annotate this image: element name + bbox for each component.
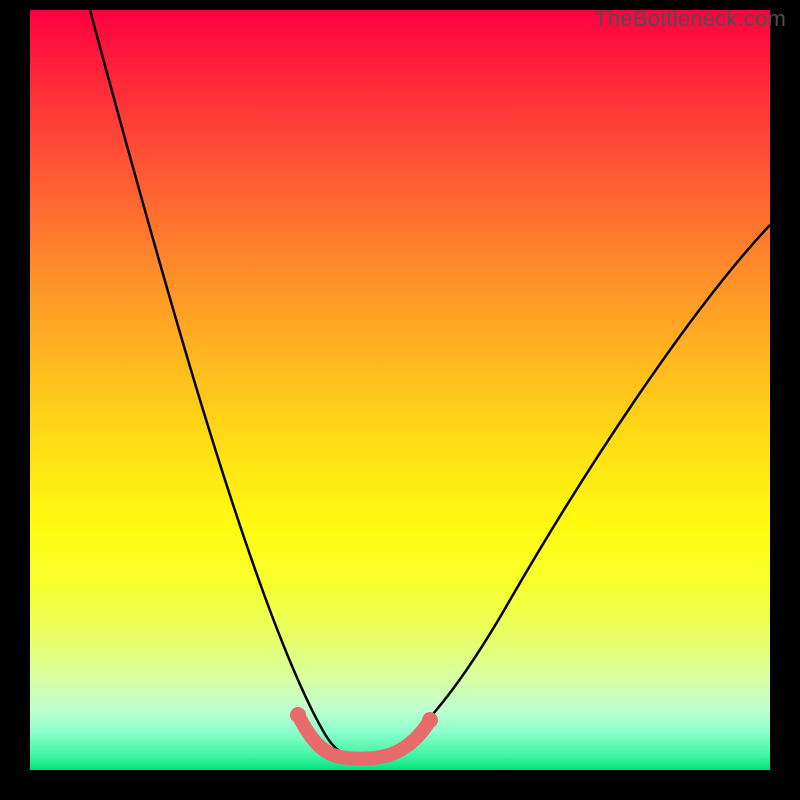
highlight-right-dot — [422, 712, 438, 728]
watermark-text: TheBottleneck.com — [594, 6, 786, 32]
chart-plot-area — [30, 10, 770, 770]
chart-svg — [30, 10, 770, 770]
bottleneck-curve-path — [90, 10, 770, 757]
highlight-left-dot — [290, 707, 306, 723]
